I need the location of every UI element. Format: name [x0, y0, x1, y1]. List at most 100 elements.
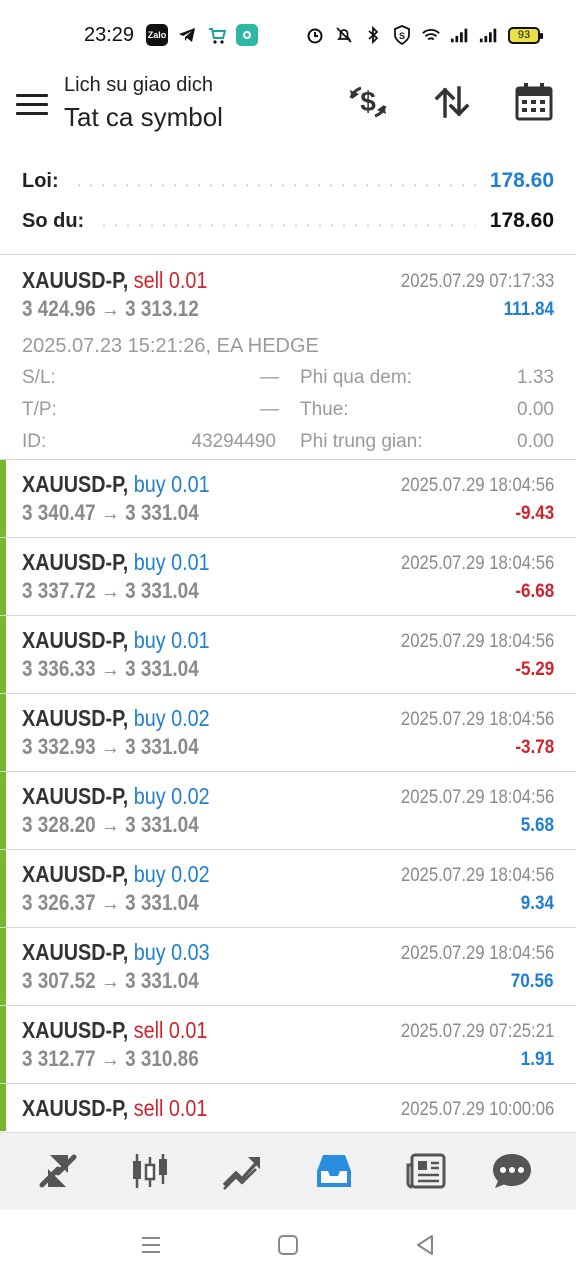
trade-item[interactable]: XAUUSD-P, sell 0.01 2025.07.29 07:25:21 …: [0, 1006, 576, 1084]
accent-bar: [0, 928, 6, 1005]
calendar-button[interactable]: [512, 80, 556, 124]
swap-value: 1.33: [517, 367, 554, 388]
trade-comment: 2025.07.23 15:21:26, EA HEDGE: [22, 335, 319, 357]
accent-bar: [0, 460, 6, 537]
trade-item[interactable]: XAUUSD-P, buy 0.01 2025.07.29 18:04:56 3…: [0, 616, 576, 694]
trade-prices: 3 336.33 → 3 331.04: [22, 656, 199, 681]
accent-bar: [0, 694, 6, 771]
trade-date: 2025.07.29 18:04:56: [400, 631, 554, 652]
trade-date: 2025.07.29 18:04:56: [400, 553, 554, 574]
back-icon: [417, 1235, 433, 1255]
trade-date: 2025.07.29 18:04:56: [400, 865, 554, 886]
telegram-icon: [176, 24, 198, 46]
battery-indicator: 93: [508, 26, 543, 44]
status-app-icons: Zalo: [146, 24, 258, 46]
svg-text:$: $: [360, 86, 376, 117]
currency-exchange-button[interactable]: $: [346, 80, 390, 124]
profit-value: 178.60: [489, 169, 554, 192]
nav-news[interactable]: [402, 1147, 450, 1195]
accent-bar: [0, 538, 6, 615]
trade-type: buy 0.03: [133, 939, 210, 965]
trade-item[interactable]: XAUUSD-P, buy 0.02 2025.07.29 18:04:56 3…: [0, 772, 576, 850]
menu-button[interactable]: [16, 94, 48, 122]
nav-history[interactable]: [310, 1147, 358, 1195]
accent-bar: [0, 772, 6, 849]
trade-item[interactable]: XAUUSD-P, sell 0.01 2025.07.29 10:00:06: [0, 1084, 576, 1131]
profit-row: Loi: 178.60: [22, 163, 554, 199]
balance-value: 178.60: [489, 209, 554, 232]
nav-trade[interactable]: [218, 1147, 266, 1195]
balance-label: So du:: [22, 209, 85, 232]
detail-row: S/L: — Phi qua dem: 1.33: [22, 367, 554, 399]
menu-icon-bar: [16, 103, 48, 106]
trade-item[interactable]: XAUUSD-P, buy 0.02 2025.07.29 18:04:56 3…: [0, 850, 576, 928]
account-summary: Loi: 178.60 So du: 178.60: [0, 160, 576, 255]
nav-messages[interactable]: [488, 1147, 536, 1195]
page-title: Lich su giao dich: [64, 74, 213, 96]
id-label: ID:: [22, 431, 47, 452]
detail-row: T/P: — Thue: 0.00: [22, 399, 554, 431]
bluetooth-icon: [363, 24, 383, 46]
symbol-name: XAUUSD-P,: [22, 471, 129, 497]
trade-date: 2025.07.29 10:00:06: [400, 1099, 554, 1120]
trade-item[interactable]: XAUUSD-P, buy 0.01 2025.07.29 18:04:56 3…: [0, 538, 576, 616]
trade-prices: 3 326.37 → 3 331.04: [22, 890, 199, 915]
zalo-icon: Zalo: [146, 24, 168, 46]
currency-exchange-icon: $: [349, 86, 387, 118]
calendar-icon: [515, 83, 553, 121]
sort-button[interactable]: [430, 80, 474, 124]
trade-profit: 5.68: [520, 815, 554, 836]
trade-history-list[interactable]: XAUUSD-P, sell 0.01 2025.07.29 07:17:33 …: [0, 256, 576, 1131]
trade-item[interactable]: XAUUSD-P, buy 0.01 2025.07.29 18:04:56 3…: [0, 460, 576, 538]
recents-button[interactable]: [131, 1230, 171, 1260]
trade-type: buy 0.01: [133, 549, 210, 575]
symbol-name: XAUUSD-P,: [22, 783, 129, 809]
trade-symbol: XAUUSD-P, buy 0.03: [22, 939, 210, 966]
trade-item[interactable]: XAUUSD-P, buy 0.02 2025.07.29 18:04:56 3…: [0, 694, 576, 772]
balance-row: So du: 178.60: [22, 203, 554, 239]
detail-row: ID: 43294490 Phi trung gian: 0.00: [22, 431, 554, 463]
trade-symbol: XAUUSD-P, sell 0.01: [22, 1017, 207, 1044]
bottom-navigation: [0, 1132, 576, 1210]
trade-item[interactable]: XAUUSD-P, buy 0.03 2025.07.29 18:04:56 3…: [0, 928, 576, 1006]
trade-prices: 3 312.77 → 3 310.86: [22, 1046, 199, 1071]
trade-item[interactable]: XAUUSD-P, sell 0.01 2025.07.29 07:17:33 …: [0, 256, 576, 460]
tax-label: Thue:: [300, 399, 349, 420]
status-time: 23:29: [84, 24, 135, 46]
trade-date: 2025.07.29 18:04:56: [400, 709, 554, 730]
trade-type: sell 0.01: [133, 267, 208, 293]
trade-symbol: XAUUSD-P, buy 0.02: [22, 783, 210, 810]
mute-icon: [334, 24, 354, 46]
dotted-leader: [72, 183, 476, 187]
trade-symbol: XAUUSD-P, buy 0.02: [22, 861, 210, 888]
signal-icon: [479, 24, 499, 46]
trade-prices: 3 424.96 → 3 313.12: [22, 296, 199, 321]
quotes-icon: [39, 1154, 77, 1188]
trade-type: buy 0.02: [133, 705, 210, 731]
trade-type: buy 0.02: [133, 861, 210, 887]
sl-label: S/L:: [22, 367, 56, 388]
accent-bar: [0, 1006, 6, 1083]
symbol-name: XAUUSD-P,: [22, 939, 129, 965]
tp-value: —: [260, 399, 279, 420]
accent-bar: [0, 616, 6, 693]
nav-quotes[interactable]: [34, 1147, 82, 1195]
symbol-filter[interactable]: Tat ca symbol: [64, 102, 223, 133]
trade-prices: 3 328.20 → 3 331.04: [22, 812, 199, 837]
accent-bar: [0, 1084, 6, 1131]
trade-type: sell 0.01: [133, 1017, 208, 1043]
home-button[interactable]: [268, 1230, 308, 1260]
trade-symbol: XAUUSD-P, buy 0.01: [22, 627, 210, 654]
nav-chart[interactable]: [126, 1147, 174, 1195]
trade-prices: 3 332.93 → 3 331.04: [22, 734, 199, 759]
back-button[interactable]: [405, 1230, 445, 1260]
trade-profit: -6.68: [515, 581, 554, 602]
signal-icon: [450, 24, 470, 46]
dotted-leader: [98, 223, 476, 227]
swap-label: Phi qua dem:: [300, 367, 412, 388]
trade-icon: [222, 1157, 260, 1190]
profit-label: Loi:: [22, 169, 59, 192]
status-system-icons: S 93: [305, 24, 543, 46]
wifi-icon: [421, 24, 441, 46]
trade-date: 2025.07.29 18:04:56: [400, 943, 554, 964]
